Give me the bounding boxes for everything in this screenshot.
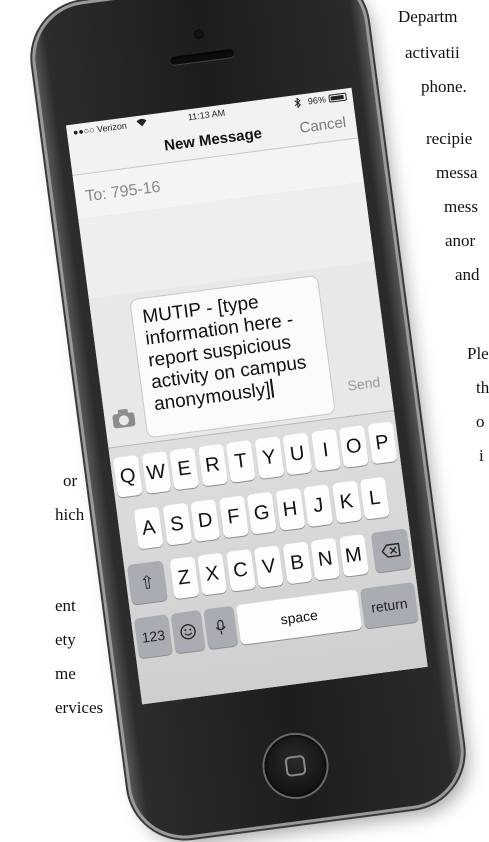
doc-line: o	[476, 412, 485, 431]
key-q[interactable]: Q	[112, 454, 143, 498]
doc-line: phone.	[421, 77, 467, 96]
key-h[interactable]: H	[274, 487, 305, 531]
key-r[interactable]: R	[197, 443, 228, 487]
doc-line: messa	[436, 163, 478, 182]
send-button[interactable]: Send	[347, 374, 382, 394]
doc-line: activatii	[405, 43, 460, 62]
doc-line: ent	[55, 596, 76, 615]
key-x[interactable]: X	[197, 552, 228, 596]
doc-line: th	[476, 378, 489, 397]
doc-line: me	[55, 664, 76, 683]
key-n[interactable]: N	[310, 537, 341, 581]
home-square-icon	[284, 754, 307, 778]
key-k[interactable]: K	[331, 480, 362, 524]
key-u[interactable]: U	[282, 432, 313, 476]
doc-line: recipie	[426, 129, 473, 148]
battery-percent: 96%	[307, 94, 327, 107]
key-a[interactable]: A	[133, 506, 164, 550]
shift-key[interactable]: ⇧	[126, 560, 168, 605]
doc-line: hich	[55, 505, 85, 524]
key-i[interactable]: I	[310, 428, 341, 472]
key-z[interactable]: Z	[169, 556, 200, 600]
emoji-key[interactable]	[170, 609, 206, 654]
key-c[interactable]: C	[225, 548, 256, 592]
key-m[interactable]: M	[338, 534, 369, 577]
clock: 11:13 AM	[187, 107, 226, 123]
microphone-icon	[215, 619, 226, 635]
key-d[interactable]: D	[190, 499, 221, 543]
camera-icon[interactable]	[112, 411, 136, 429]
doc-line: Departm	[398, 7, 458, 26]
key-g[interactable]: G	[246, 491, 277, 535]
key-y[interactable]: Y	[254, 436, 285, 480]
message-input[interactable]: MUTIP - [type information here - report …	[129, 274, 336, 439]
key-f[interactable]: F	[218, 495, 249, 539]
key-j[interactable]: J	[303, 484, 334, 528]
key-e[interactable]: E	[169, 447, 200, 491]
doc-line: ety	[55, 630, 76, 649]
doc-line: ervices	[55, 698, 104, 717]
key-t[interactable]: T	[225, 439, 256, 483]
key-l[interactable]: L	[359, 476, 390, 520]
emoji-icon	[180, 624, 196, 640]
bluetooth-icon	[293, 97, 302, 111]
doc-line: Ple	[467, 344, 489, 363]
backspace-icon	[381, 542, 401, 558]
numbers-key[interactable]: 123	[133, 614, 173, 659]
cancel-button[interactable]: Cancel	[299, 114, 348, 137]
battery-icon	[328, 92, 348, 103]
doc-line: or	[63, 471, 78, 490]
doc-line: mess	[444, 197, 478, 216]
wifi-icon	[136, 118, 148, 130]
key-w[interactable]: W	[141, 451, 172, 495]
delete-key[interactable]	[370, 528, 412, 573]
return-key[interactable]: return	[359, 581, 419, 629]
key-v[interactable]: V	[253, 545, 284, 589]
key-s[interactable]: S	[161, 502, 192, 546]
doc-line: i	[479, 446, 484, 465]
dictation-key[interactable]	[203, 605, 239, 650]
key-p[interactable]: P	[367, 421, 398, 465]
recipient-value: To: 795-16	[84, 178, 162, 206]
keyboard: Q W E R T Y U I O P A S D F G H J K L ⇧ …	[108, 409, 428, 705]
shift-arrow-icon: ⇧	[138, 571, 157, 594]
key-o[interactable]: O	[338, 425, 369, 469]
key-b[interactable]: B	[282, 541, 313, 585]
doc-line: anor	[445, 231, 476, 250]
space-key[interactable]: space	[236, 589, 363, 645]
doc-line: and	[455, 265, 480, 284]
